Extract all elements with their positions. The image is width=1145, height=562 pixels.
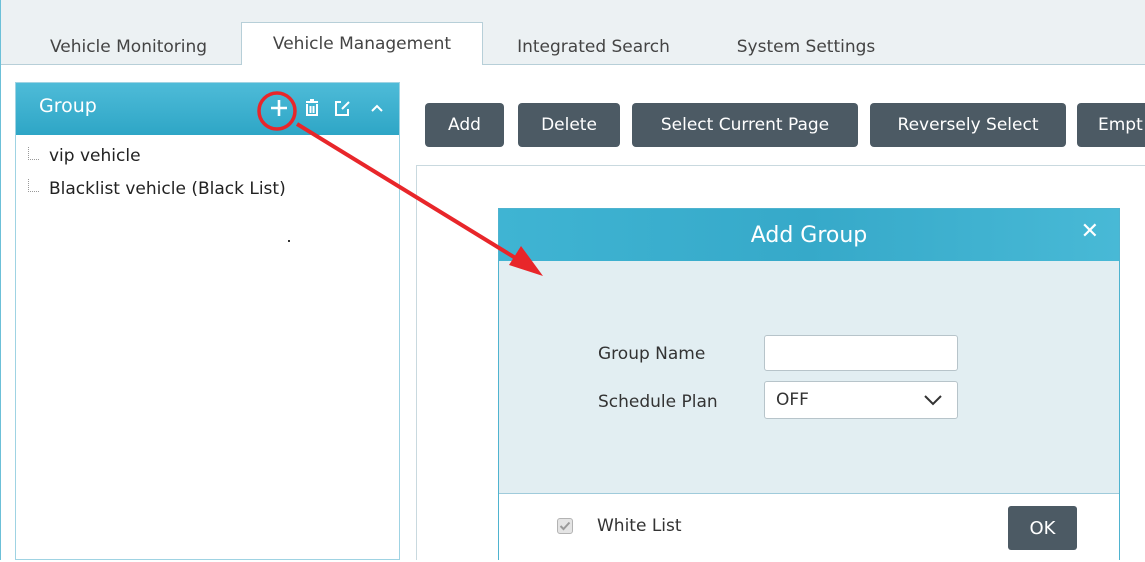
group-panel-title: Group bbox=[39, 95, 97, 117]
chevron-down-icon bbox=[923, 392, 943, 411]
stray-dot bbox=[288, 240, 290, 242]
checkmark-icon bbox=[559, 521, 571, 531]
empty-button[interactable]: Empt bbox=[1077, 103, 1145, 147]
delete-button[interactable]: Delete bbox=[518, 103, 620, 147]
schedule-plan-label: Schedule Plan bbox=[598, 392, 718, 412]
tree-item-vip-vehicle[interactable]: vip vehicle bbox=[49, 146, 141, 166]
schedule-plan-select[interactable]: OFF bbox=[764, 381, 958, 419]
dialog-title: Add Group bbox=[750, 223, 868, 248]
tree-item-blacklist-vehicle[interactable]: Blacklist vehicle (Black List) bbox=[49, 179, 286, 199]
tab-vehicle-monitoring[interactable]: Vehicle Monitoring bbox=[21, 30, 236, 64]
close-icon[interactable]: ✕ bbox=[1081, 219, 1099, 244]
tab-vehicle-management[interactable]: Vehicle Management bbox=[241, 22, 483, 65]
tab-bar: Vehicle Monitoring Vehicle Management In… bbox=[1, 0, 1145, 65]
delete-icon[interactable] bbox=[301, 96, 323, 120]
white-list-label: White List bbox=[597, 516, 682, 536]
group-name-input[interactable] bbox=[764, 335, 958, 371]
add-button[interactable]: Add bbox=[425, 103, 504, 147]
add-group-dialog: Add Group ✕ Group Name Schedule Plan OFF… bbox=[498, 208, 1120, 562]
dialog-header: Add Group ✕ bbox=[499, 209, 1119, 261]
dialog-footer: White List OK bbox=[499, 493, 1119, 562]
select-current-page-button[interactable]: Select Current Page bbox=[632, 103, 858, 147]
group-panel-header: Group bbox=[16, 83, 399, 135]
group-panel: Group vip vehicle Blacklist vehicle (Bla… bbox=[15, 82, 400, 560]
white-list-checkbox[interactable] bbox=[557, 518, 573, 534]
tree-connector bbox=[28, 147, 39, 160]
tab-integrated-search[interactable]: Integrated Search bbox=[491, 30, 696, 64]
reversely-select-button[interactable]: Reversely Select bbox=[870, 103, 1066, 147]
add-icon[interactable] bbox=[268, 96, 290, 120]
schedule-plan-value: OFF bbox=[776, 390, 809, 410]
ok-button[interactable]: OK bbox=[1008, 506, 1077, 550]
group-name-label: Group Name bbox=[598, 344, 706, 364]
tree-connector bbox=[28, 179, 39, 192]
edit-icon[interactable] bbox=[331, 96, 353, 120]
tab-system-settings[interactable]: System Settings bbox=[706, 30, 906, 64]
collapse-icon[interactable] bbox=[366, 96, 388, 120]
